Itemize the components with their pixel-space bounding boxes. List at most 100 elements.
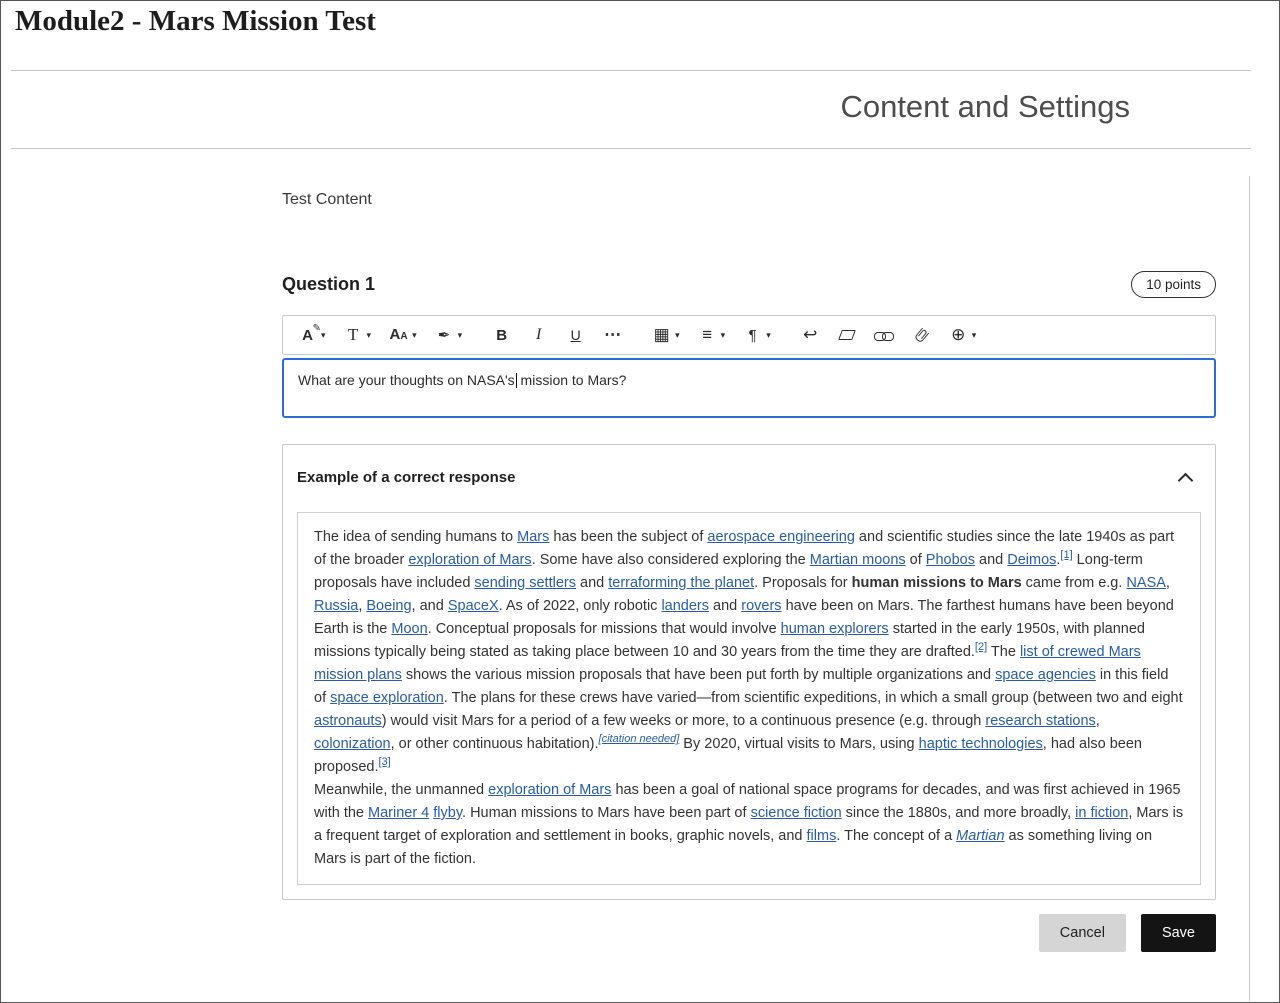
divider bbox=[11, 148, 1251, 149]
text-run: . Some have also considered exploring th… bbox=[532, 552, 810, 568]
italic-button[interactable] bbox=[524, 322, 553, 349]
action-bar: Cancel Save bbox=[282, 914, 1216, 952]
insert-table-button[interactable]: ▾ bbox=[647, 322, 685, 349]
bold-button[interactable] bbox=[487, 322, 516, 349]
undo-button[interactable] bbox=[796, 322, 825, 349]
paragraph: Meanwhile, the unmanned exploration of M… bbox=[314, 779, 1184, 871]
inline-link[interactable]: flyby bbox=[433, 805, 462, 821]
text-run: shows the various mission proposals that… bbox=[402, 667, 995, 683]
inline-link[interactable]: SpaceX bbox=[448, 598, 499, 614]
inline-link[interactable]: exploration of Mars bbox=[488, 782, 611, 798]
text-run: By 2020, virtual visits to Mars, using bbox=[679, 736, 918, 752]
inline-link[interactable]: Boeing bbox=[366, 598, 411, 614]
text-run: came from e.g. bbox=[1022, 575, 1127, 591]
text-run: . Human missions to Mars have been part … bbox=[462, 805, 751, 821]
inline-link[interactable]: colonization bbox=[314, 736, 391, 752]
section-title: Content and Settings bbox=[840, 89, 1130, 125]
text-highlight-button[interactable]: ▾ bbox=[430, 322, 468, 349]
save-button[interactable]: Save bbox=[1141, 914, 1216, 952]
text-run: Meanwhile, the unmanned bbox=[314, 782, 488, 798]
question-header: Question 1 10 points bbox=[282, 271, 1216, 298]
inline-link[interactable]: human explorers bbox=[781, 621, 889, 637]
reference-link[interactable]: [1] bbox=[1060, 549, 1072, 561]
inline-link[interactable]: in fiction bbox=[1075, 805, 1128, 821]
text-run: , or other continuous habitation). bbox=[391, 736, 599, 752]
page: Module2 - Mars Mission Test Content and … bbox=[0, 0, 1280, 1003]
clear-formatting-button[interactable] bbox=[833, 322, 862, 349]
table-icon bbox=[652, 326, 671, 345]
inline-link[interactable]: terraforming the planet bbox=[608, 575, 754, 591]
question-title: Question 1 bbox=[282, 274, 375, 295]
inline-link[interactable]: NASA bbox=[1126, 575, 1166, 591]
inline-link[interactable]: research stations bbox=[985, 713, 1095, 729]
inline-link[interactable]: space exploration bbox=[330, 690, 444, 706]
paragraph-icon bbox=[743, 326, 762, 345]
inline-link[interactable]: Deimos bbox=[1007, 552, 1056, 568]
text-run: ) would visit Mars for a period of a few… bbox=[382, 713, 986, 729]
inline-link[interactable]: aerospace engineering bbox=[707, 529, 855, 545]
inline-link[interactable]: Russia bbox=[314, 598, 358, 614]
caret-down-icon: ▾ bbox=[675, 330, 680, 341]
font-family-button[interactable]: ▾ bbox=[339, 322, 377, 349]
inline-link[interactable]: Phobos bbox=[926, 552, 975, 568]
underline-button[interactable] bbox=[561, 322, 590, 349]
text-run: . Proposals for bbox=[754, 575, 852, 591]
editor-text-before-caret: What are your thoughts on NASA's bbox=[298, 372, 515, 388]
reference-link[interactable]: [3] bbox=[379, 756, 391, 768]
editor-text-after-caret: mission to Mars? bbox=[517, 372, 627, 388]
font-family-icon bbox=[344, 326, 363, 345]
font-size-button[interactable]: ▾ bbox=[384, 322, 422, 349]
superscript: [1] bbox=[1060, 549, 1072, 561]
scrollbar[interactable] bbox=[1249, 176, 1250, 1001]
main-content: Test Content Question 1 10 points ▾▾▾▾▾▾… bbox=[282, 176, 1216, 952]
text-color-button[interactable]: ▾ bbox=[293, 322, 331, 349]
text-run: , and bbox=[412, 598, 448, 614]
align-icon bbox=[698, 326, 717, 345]
editor-toolbar: ▾ ▾ ▾ ▾ ▾ ▾ ▾ ▾ bbox=[282, 315, 1216, 355]
superscript: [3] bbox=[379, 756, 391, 768]
inline-link[interactable]: exploration of Mars bbox=[408, 552, 531, 568]
inline-link[interactable]: Mariner 4 bbox=[368, 805, 429, 821]
bold-icon bbox=[492, 326, 511, 345]
text-run: human missions to Mars bbox=[852, 575, 1022, 591]
text-align-button[interactable]: ▾ bbox=[693, 322, 731, 349]
attach-icon bbox=[908, 322, 935, 349]
reference-link[interactable]: [citation needed] bbox=[599, 733, 680, 745]
inline-link[interactable]: astronauts bbox=[314, 713, 382, 729]
inline-link[interactable]: Martian bbox=[956, 828, 1004, 844]
inline-link[interactable]: films bbox=[807, 828, 837, 844]
attach-file-button[interactable] bbox=[907, 322, 936, 349]
insert-link-button[interactable] bbox=[870, 322, 899, 349]
inline-link[interactable]: Moon bbox=[391, 621, 427, 637]
inline-link[interactable]: Mars bbox=[517, 529, 549, 545]
inline-link[interactable]: sending settlers bbox=[474, 575, 576, 591]
inline-link[interactable]: science fiction bbox=[751, 805, 842, 821]
points-badge[interactable]: 10 points bbox=[1131, 271, 1216, 298]
cancel-button[interactable]: Cancel bbox=[1039, 914, 1126, 952]
question-text-editor[interactable]: What are your thoughts on NASA's mission… bbox=[282, 358, 1216, 418]
text-run: has been the subject of bbox=[549, 529, 707, 545]
divider bbox=[11, 70, 1251, 71]
example-header-toggle[interactable]: Example of a correct response bbox=[283, 445, 1215, 502]
inline-link[interactable]: rovers bbox=[741, 598, 781, 614]
text-run: . The concept of a bbox=[836, 828, 956, 844]
paragraph: The idea of sending humans to Mars has b… bbox=[314, 526, 1184, 779]
inline-link[interactable]: landers bbox=[661, 598, 709, 614]
paragraph-style-button[interactable]: ▾ bbox=[738, 322, 776, 349]
inline-link[interactable]: haptic technologies bbox=[919, 736, 1043, 752]
inline-link[interactable]: Martian moons bbox=[810, 552, 906, 568]
test-content-label: Test Content bbox=[282, 191, 1216, 209]
inline-link[interactable]: space agencies bbox=[995, 667, 1096, 683]
undo-icon bbox=[801, 326, 820, 345]
text-color-icon bbox=[298, 326, 317, 345]
example-text[interactable]: The idea of sending humans to Mars has b… bbox=[297, 512, 1201, 885]
insert-content-button[interactable]: ▾ bbox=[944, 322, 982, 349]
reference-link[interactable]: [2] bbox=[975, 641, 987, 653]
plus-circle-icon bbox=[949, 326, 968, 345]
caret-down-icon: ▾ bbox=[972, 330, 977, 341]
caret-down-icon: ▾ bbox=[321, 330, 326, 341]
text-run: , bbox=[1166, 575, 1170, 591]
text-run: of bbox=[906, 552, 926, 568]
chevron-up-icon bbox=[1178, 472, 1194, 488]
more-formatting-button[interactable] bbox=[598, 322, 627, 349]
